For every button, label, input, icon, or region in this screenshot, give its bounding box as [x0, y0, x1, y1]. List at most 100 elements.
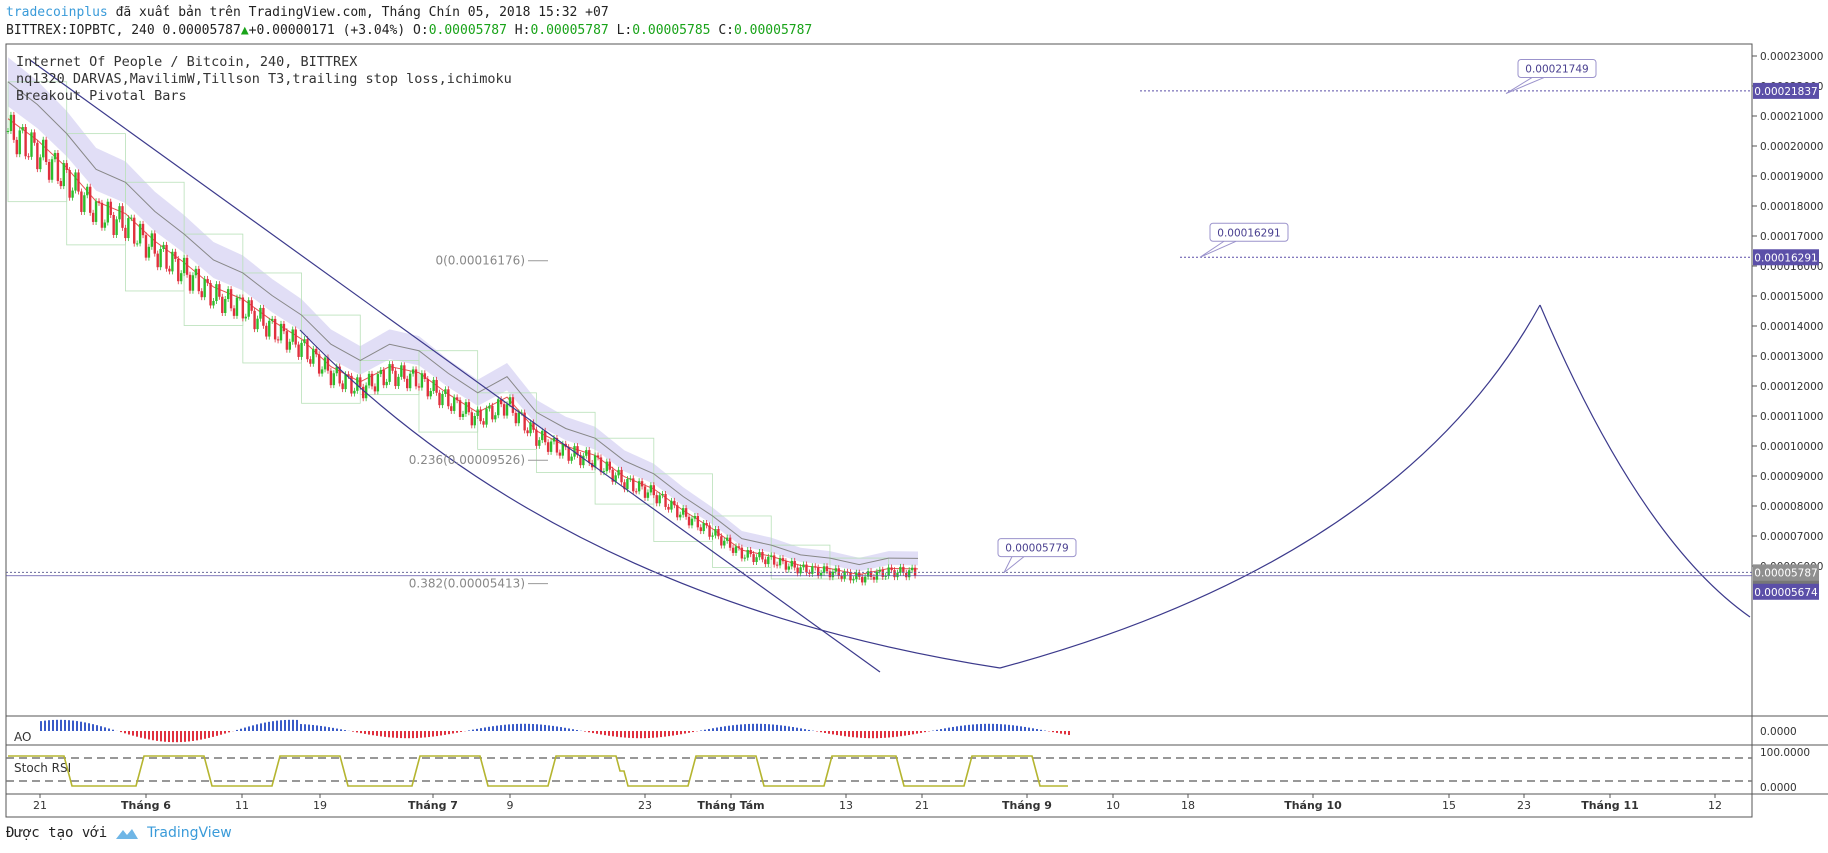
- ao-bar: [528, 723, 530, 731]
- ao-bar: [292, 719, 294, 731]
- candle-body: [667, 506, 670, 510]
- callout-pointer: [1003, 556, 1025, 574]
- y-tick-label: 0.00023000: [1760, 51, 1823, 63]
- candle-body: [467, 402, 471, 413]
- candle-body: [637, 481, 641, 492]
- ao-bar: [972, 724, 974, 731]
- ao-bar: [224, 731, 226, 734]
- ao-bar: [512, 724, 514, 731]
- candle-body: [130, 217, 133, 219]
- candle-body: [852, 579, 855, 581]
- ao-bar: [1040, 729, 1042, 731]
- candle-body: [432, 379, 435, 391]
- ao-bar: [64, 719, 66, 731]
- candle-body: [33, 132, 36, 143]
- fib-level-label: 0.382(0.00005413): [409, 577, 525, 591]
- ao-bar: [704, 729, 706, 731]
- candle-body: [558, 452, 562, 456]
- ao-bar: [768, 724, 770, 731]
- ao-bar: [776, 724, 778, 731]
- ao-bar: [608, 731, 610, 736]
- ao-bar: [144, 731, 146, 739]
- ao-bar: [416, 731, 418, 738]
- candle-body: [144, 235, 148, 258]
- candle-body: [394, 370, 397, 387]
- candle-body: [840, 575, 843, 579]
- candle-body: [118, 206, 121, 220]
- tradingview-brand[interactable]: TradingView: [147, 825, 232, 841]
- candle-body: [749, 549, 752, 555]
- y-tick-label: 0.00018000: [1760, 201, 1823, 213]
- ao-bar: [920, 731, 922, 733]
- candle-body: [241, 297, 245, 319]
- candle-body: [464, 402, 468, 414]
- ao-bar: [596, 731, 598, 734]
- candle-body: [737, 546, 741, 548]
- candle-body: [629, 478, 632, 480]
- candle-body: [541, 430, 544, 441]
- candle-body: [59, 181, 63, 187]
- ao-bar: [92, 724, 94, 731]
- candle-body: [822, 566, 826, 573]
- candle-body: [385, 381, 388, 386]
- candle-body: [44, 139, 48, 163]
- candle-body: [124, 227, 127, 239]
- ao-bar: [136, 731, 138, 737]
- candle-body: [438, 392, 441, 406]
- callout-pointer: [1199, 240, 1237, 258]
- ao-bar: [492, 726, 494, 731]
- ao-bar: [760, 723, 762, 731]
- ao-bar: [496, 725, 498, 731]
- candle-body: [268, 320, 271, 337]
- ao-bar: [332, 727, 334, 731]
- ao-bar: [368, 731, 370, 735]
- candle-body: [309, 359, 312, 364]
- ao-bar: [668, 731, 670, 737]
- ao-bar: [572, 729, 574, 731]
- candle-body: [323, 357, 327, 370]
- ao-bar: [756, 723, 758, 731]
- candle-body: [406, 378, 409, 389]
- ao-bar: [156, 731, 158, 741]
- ao-bar: [740, 724, 742, 731]
- candle-body: [690, 518, 694, 526]
- ao-bar: [316, 725, 318, 731]
- ao-bar: [172, 731, 174, 743]
- price-chart[interactable]: 0(0.00016176) 0.236(0.00009526) 0.382(0.00…: [0, 0, 1828, 853]
- candle-body: [224, 298, 227, 313]
- ao-bar: [208, 731, 210, 738]
- ao-bar: [980, 723, 982, 731]
- candle-body: [913, 567, 917, 576]
- ao-bar: [484, 727, 486, 731]
- candle-body: [159, 248, 162, 268]
- candle-body: [743, 557, 747, 559]
- candle-body: [497, 399, 500, 416]
- candle-body: [229, 289, 233, 309]
- ao-bar: [244, 727, 246, 731]
- darvas-boxes: [7, 81, 890, 580]
- price-axis: 0.000230000.000220000.000210000.00020000…: [1752, 51, 1823, 573]
- candle-body: [720, 536, 723, 546]
- candle-body: [65, 163, 68, 171]
- callout-text: 0.00005779: [1005, 543, 1068, 555]
- x-tick-label: 23: [638, 799, 652, 812]
- x-tick-label: Tháng 6: [121, 799, 171, 812]
- candle-body: [259, 307, 262, 319]
- tradingview-logo-icon[interactable]: [115, 826, 139, 840]
- ao-bar: [548, 725, 550, 731]
- candle-body: [370, 373, 374, 387]
- candle-body: [505, 404, 509, 416]
- ao-bar: [832, 731, 834, 735]
- ao-bar: [184, 731, 186, 742]
- candle-body: [664, 493, 667, 507]
- ao-bar: [436, 731, 438, 737]
- ao-bar: [372, 731, 374, 736]
- candle-body: [232, 308, 236, 316]
- candle-body: [285, 331, 289, 350]
- candle-body: [476, 409, 479, 416]
- ao-bar: [1016, 725, 1018, 731]
- candle-body: [221, 296, 224, 313]
- ao-bar: [1020, 726, 1022, 731]
- candle-body: [156, 253, 159, 268]
- candle-body: [203, 278, 206, 298]
